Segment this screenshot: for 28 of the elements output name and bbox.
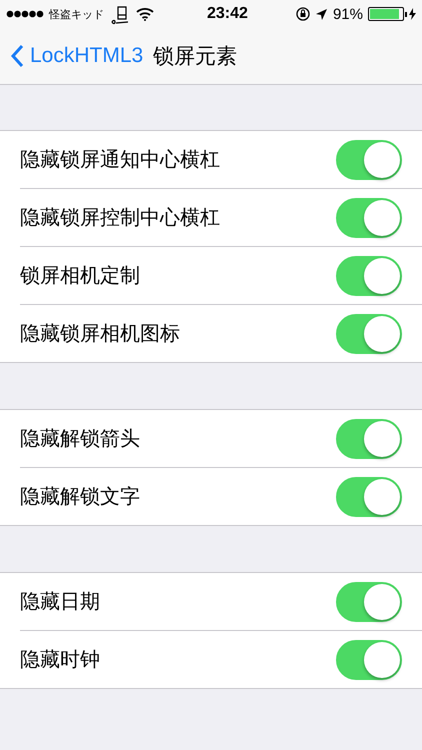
toggle-switch[interactable]	[336, 640, 402, 680]
battery-icon	[368, 7, 404, 21]
toggle-switch[interactable]	[336, 140, 402, 180]
signal-icon	[6, 10, 44, 18]
battery-percent: 91%	[332, 6, 363, 22]
nav-title: 锁屏元素	[153, 44, 238, 70]
setting-label: 隐藏日期	[20, 590, 101, 615]
toggle-switch[interactable]	[336, 582, 402, 622]
carrier-name: 怪盗キッド	[49, 8, 104, 22]
toggle-switch[interactable]	[336, 198, 402, 238]
wifi-icon	[136, 7, 154, 21]
location-arrow-icon	[314, 8, 328, 20]
charging-icon	[409, 8, 416, 20]
setting-label: 隐藏解锁箭头	[20, 427, 141, 452]
setting-label: 隐藏锁屏控制中心横杠	[20, 206, 221, 231]
setting-label: 隐藏锁屏通知中心横杠	[20, 148, 221, 173]
back-button[interactable]: LockHTML3	[10, 44, 144, 68]
status-time: 23:42	[207, 5, 248, 23]
setting-label: 锁屏相机定制	[20, 264, 141, 289]
toggle-switch[interactable]	[336, 256, 402, 296]
setting-label: 隐藏解锁文字	[20, 485, 141, 510]
toggle-switch[interactable]	[336, 418, 402, 458]
back-chevron-icon	[10, 44, 24, 68]
setting-label: 隐藏锁屏相机图标	[20, 322, 181, 347]
toggle-switch[interactable]	[336, 476, 402, 516]
setting-label: 隐藏时钟	[20, 648, 101, 673]
rotation-lock-icon	[296, 7, 310, 21]
toggle-switch[interactable]	[336, 314, 402, 354]
